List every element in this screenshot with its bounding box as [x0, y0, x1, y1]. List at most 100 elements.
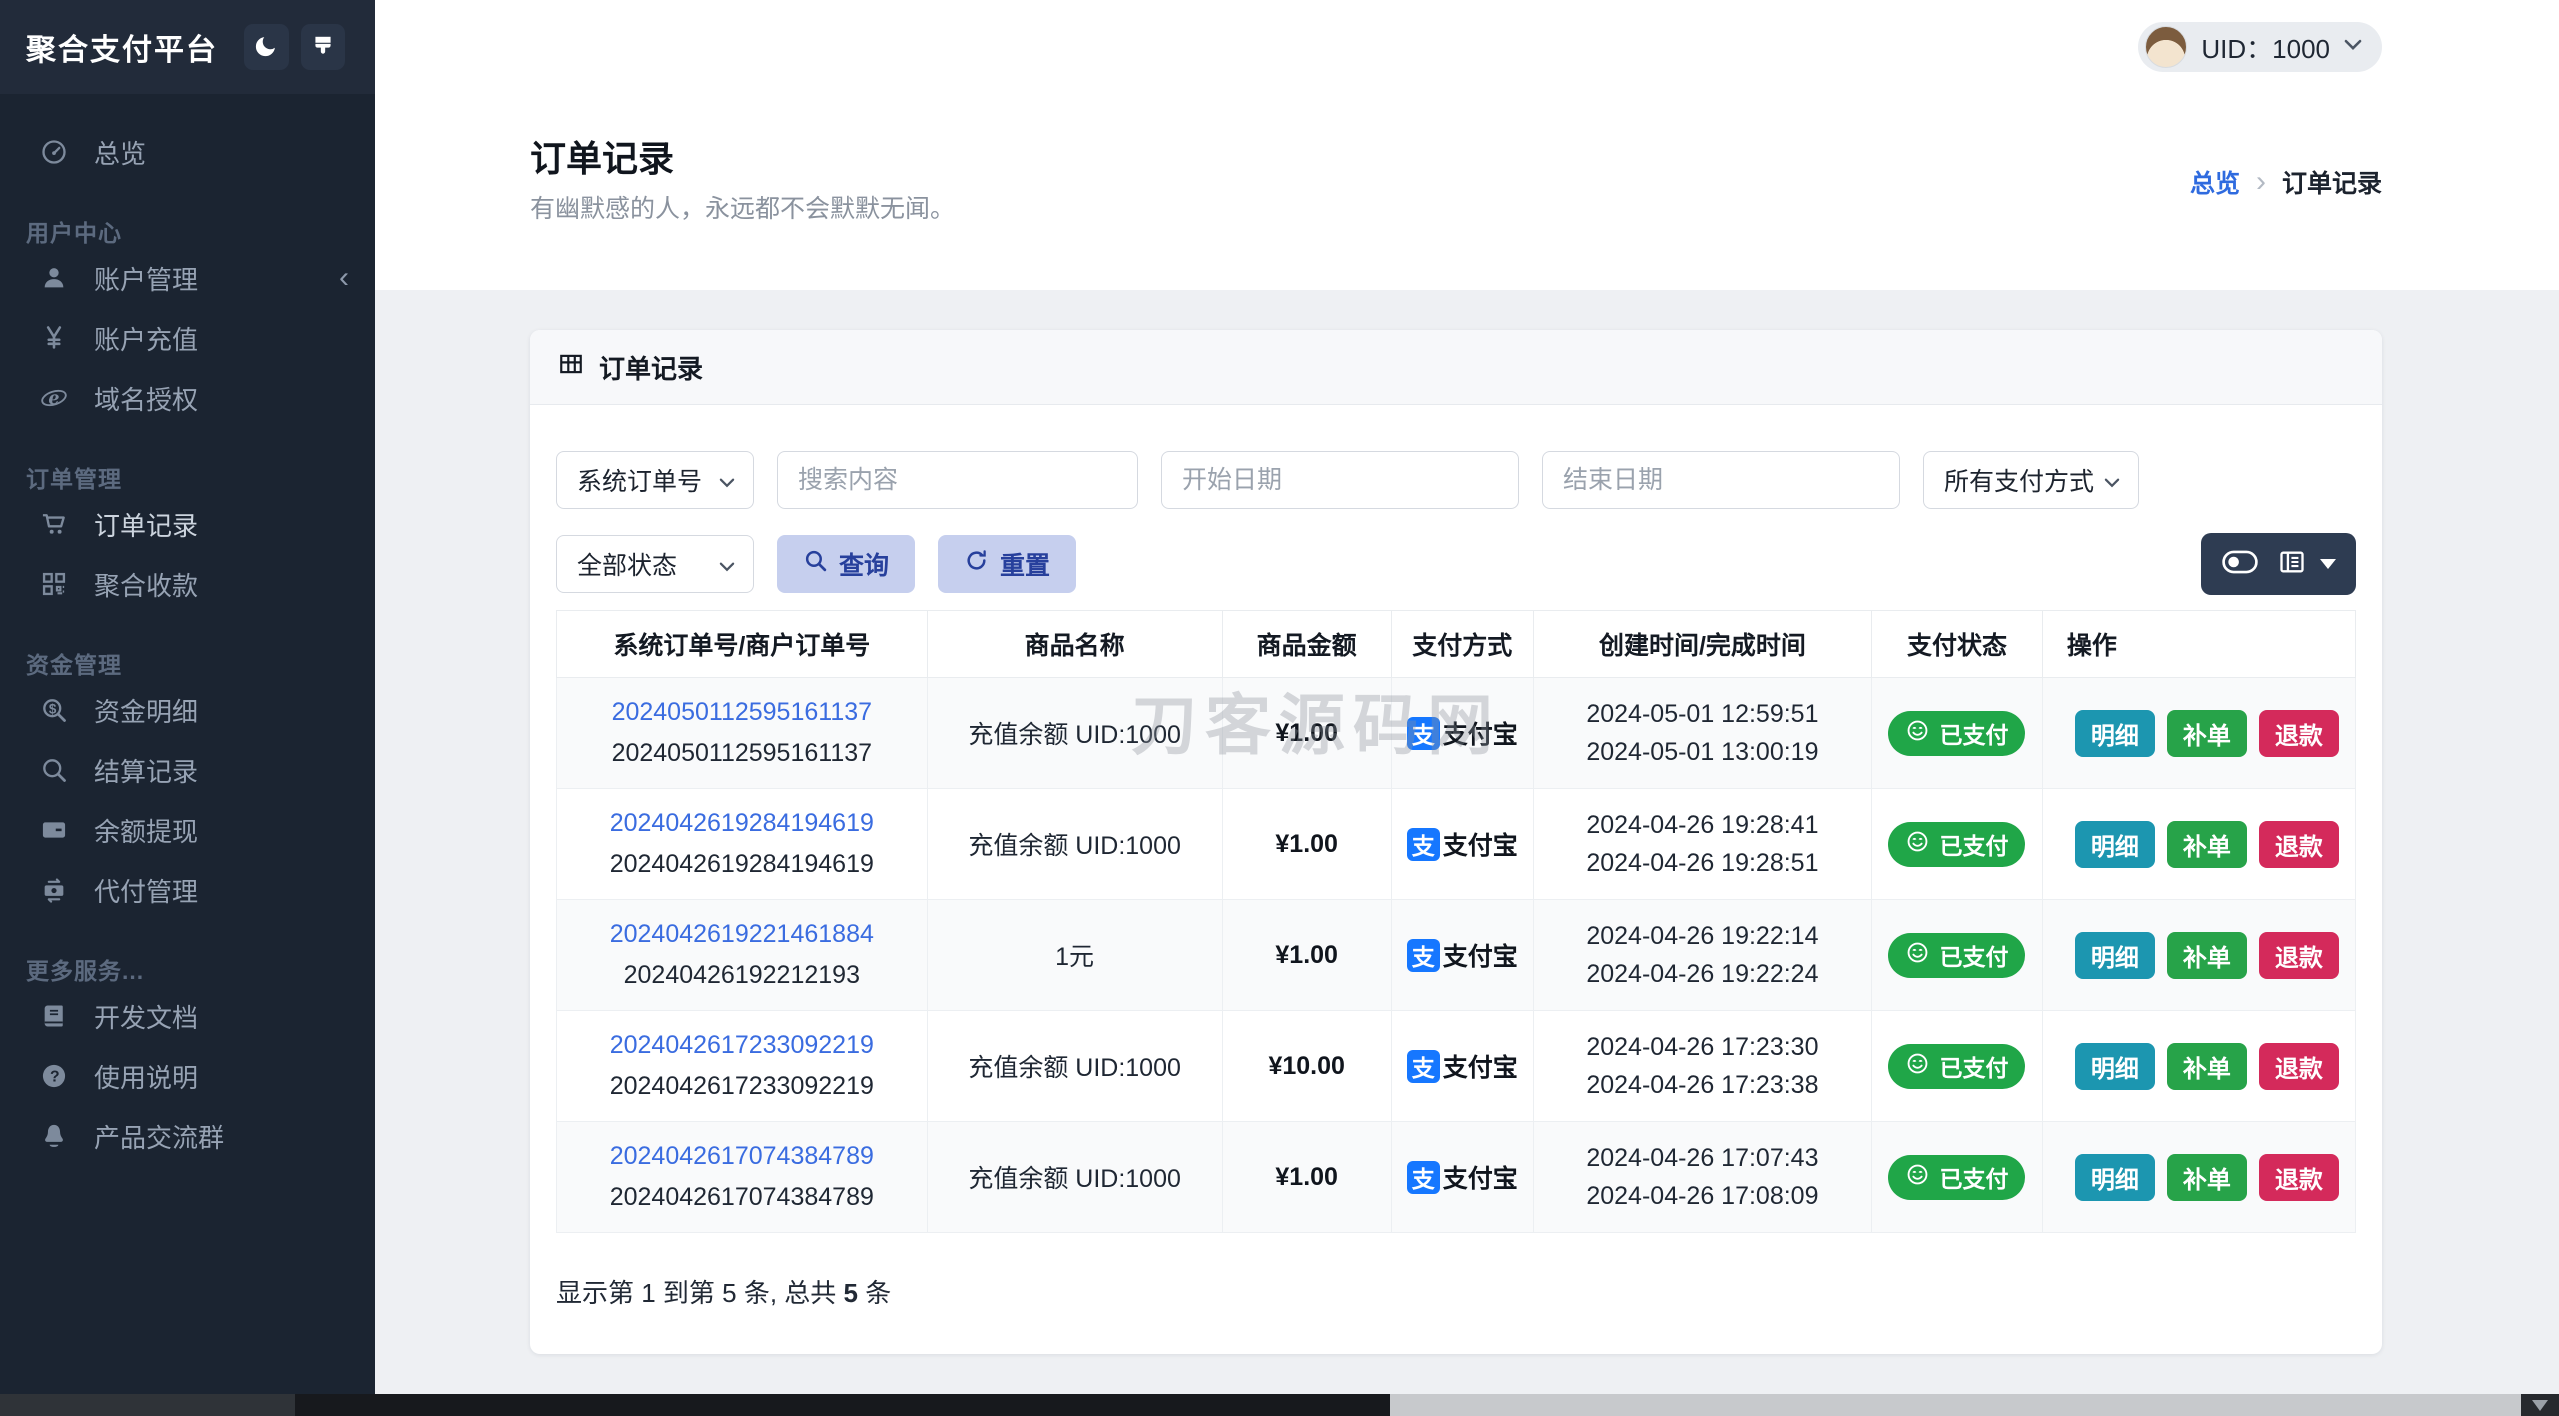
reset-button[interactable]: 重置 — [938, 535, 1077, 593]
system-order-link[interactable]: 2024042617233092219 — [565, 1031, 919, 1060]
column-header: 创建时间/完成时间 — [1532, 610, 1873, 678]
merchant-order-no: 2024042617074384789 — [609, 1183, 874, 1211]
sidebar-item-aggregate-collection[interactable]: 聚合收款 — [0, 554, 375, 614]
sidebar-nav: 总览 用户中心 账户管理 ‹ 账户充值 e 域名授权 订单管理 订单记录 聚合收款 资金管理 $ 资金明… — [0, 94, 375, 1166]
column-header: 商品名称 — [926, 610, 1223, 678]
chevron-down-icon — [2344, 38, 2362, 56]
supplement-button[interactable]: 补单 — [2166, 1042, 2247, 1090]
table-row: 2024042619221461884 20240426192212193 1元 ¥1… — [556, 899, 2357, 1011]
table-row: 2024050112595161137 2024050112595161137 充值… — [556, 677, 2357, 789]
sidebar-item-account-recharge[interactable]: 账户充值 — [0, 308, 375, 368]
supplement-button[interactable]: 补单 — [2166, 931, 2247, 979]
detail-button[interactable]: 明细 — [2074, 1042, 2155, 1090]
product-amount: ¥1.00 — [1221, 788, 1392, 900]
dark-mode-button[interactable] — [244, 24, 289, 70]
pay-method-cell: 支支付宝 — [1390, 1121, 1534, 1233]
detail-button[interactable]: 明细 — [2074, 931, 2155, 979]
detail-button[interactable]: 明细 — [2074, 709, 2155, 757]
refund-button[interactable]: 退款 — [2258, 1042, 2339, 1090]
sidebar-item-fund-details[interactable]: $ 资金明细 — [0, 680, 375, 740]
status-select[interactable]: 全部状态 — [556, 535, 754, 593]
sidebar-item-label: 使用说明 — [94, 1062, 199, 1093]
refund-button[interactable]: 退款 — [2258, 931, 2339, 979]
sidebar-item-label: 账户充值 — [94, 324, 199, 355]
product-amount: ¥10.00 — [1221, 1010, 1392, 1122]
system-order-link[interactable]: 2024050112595161137 — [565, 698, 919, 727]
sidebar-item-product-group[interactable]: 产品交流群 — [0, 1106, 375, 1166]
query-button[interactable]: 查询 — [777, 535, 916, 593]
smiley-icon — [1905, 1051, 1930, 1082]
sidebar-item-label: 账户管理 — [94, 264, 199, 295]
product-name: 充值余额 UID:1000 — [926, 677, 1223, 789]
sidebar-item-label: 余额提现 — [94, 816, 199, 847]
horizontal-scrollbar[interactable] — [0, 1394, 2559, 1416]
smiley-icon — [1905, 718, 1930, 749]
order-no-type-select[interactable]: 系统订单号 — [556, 451, 754, 509]
start-date-input[interactable] — [1161, 451, 1519, 509]
chevron-down-icon — [719, 466, 735, 495]
user-menu[interactable]: UID：1000 — [2138, 22, 2382, 72]
scrollbar-thumb[interactable] — [295, 1394, 1390, 1416]
detail-button[interactable]: 明细 — [2074, 1153, 2155, 1201]
card-icon — [38, 816, 70, 844]
actions-cell: 明细 补单 退款 — [2041, 899, 2357, 1011]
status-badge: 已支付 — [1888, 710, 2026, 756]
scrollbar-corner-button[interactable] — [2521, 1394, 2559, 1416]
sidebar-item-balance-withdrawal[interactable]: 余额提现 — [0, 800, 375, 860]
status-cell: 已支付 — [1871, 899, 2043, 1011]
system-order-link[interactable]: 2024042619221461884 — [565, 920, 919, 949]
sidebar-item-usage-instructions[interactable]: ? 使用说明 — [0, 1046, 375, 1106]
sidebar-item-payout-management[interactable]: 代付管理 — [0, 860, 375, 920]
table-row: 2024042617233092219 2024042617233092219 充值… — [556, 1010, 2357, 1122]
breadcrumb-home-link[interactable]: 总览 — [2190, 164, 2240, 200]
system-order-link[interactable]: 2024042617074384789 — [565, 1142, 919, 1171]
sidebar-item-label: 总览 — [94, 138, 147, 169]
search-input[interactable] — [777, 451, 1138, 509]
merchant-order-no: 20240426192212193 — [623, 961, 860, 989]
sidebar-item-dev-docs[interactable]: 开发文档 — [0, 986, 375, 1046]
brand-title: 聚合支付平台 — [26, 34, 218, 67]
refund-button[interactable]: 退款 — [2258, 820, 2339, 868]
completed-time: 2024-04-26 19:28:51 — [1586, 849, 1819, 877]
system-order-link[interactable]: 2024042619284194619 — [565, 809, 919, 838]
pay-method-cell: 支支付宝 — [1390, 788, 1534, 900]
supplement-button[interactable]: 补单 — [2166, 820, 2247, 868]
end-date-input[interactable] — [1542, 451, 1900, 509]
sidebar-section-label: 订单管理 — [26, 466, 122, 492]
scrollbar-track-left — [0, 1394, 295, 1416]
detail-button[interactable]: 明细 — [2074, 820, 2155, 868]
supplement-button[interactable]: 补单 — [2166, 1153, 2247, 1201]
order-numbers-cell: 2024042619221461884 20240426192212193 — [556, 899, 928, 1011]
pagination-summary: 显示第 1 到第 5 条, 总共 5 条 — [556, 1278, 892, 1308]
refund-button[interactable]: 退款 — [2258, 1153, 2339, 1201]
svg-text:e: e — [48, 389, 59, 409]
product-amount: ¥1.00 — [1221, 1121, 1392, 1233]
collapse-chevron-icon: ‹ — [339, 261, 349, 294]
table-view-control[interactable] — [2201, 533, 2356, 595]
table-grid-icon — [558, 351, 584, 384]
sidebar-section-label: 更多服务... — [26, 958, 145, 984]
brush-icon — [310, 33, 336, 62]
actions-cell: 明细 补单 退款 — [2041, 1010, 2357, 1122]
filter-row-1: 系统订单号 所有支付方式 — [556, 451, 2356, 509]
pay-method-select[interactable]: 所有支付方式 — [1923, 451, 2139, 509]
order-numbers-cell: 2024042619284194619 2024042619284194619 — [556, 788, 928, 900]
supplement-button[interactable]: 补单 — [2166, 709, 2247, 757]
refund-button[interactable]: 退款 — [2258, 709, 2339, 757]
status-cell: 已支付 — [1871, 1121, 2043, 1233]
product-amount: ¥1.00 — [1221, 677, 1392, 789]
sidebar-item-domain-authorization[interactable]: e 域名授权 — [0, 368, 375, 428]
card-header: 订单记录 — [530, 330, 2382, 405]
actions-cell: 明细 补单 退款 — [2041, 677, 2357, 789]
order-numbers-cell: 2024050112595161137 2024050112595161137 — [556, 677, 928, 789]
sidebar-section-label: 用户中心 — [26, 220, 122, 246]
status-cell: 已支付 — [1871, 788, 2043, 900]
sidebar-item-settlement-records[interactable]: 结算记录 — [0, 740, 375, 800]
sidebar-item-account-management[interactable]: 账户管理 ‹ — [0, 248, 375, 308]
caret-down-icon — [2319, 559, 2336, 569]
theme-button[interactable] — [300, 24, 345, 70]
time-cell: 2024-05-01 12:59:51 2024-05-01 13:00:19 — [1532, 677, 1873, 789]
sidebar-item-overview[interactable]: 总览 — [0, 122, 375, 182]
card-body: 系统订单号 所有支付方式 全部状态 — [530, 405, 2382, 1354]
sidebar-item-order-records[interactable]: 订单记录 — [0, 494, 375, 554]
